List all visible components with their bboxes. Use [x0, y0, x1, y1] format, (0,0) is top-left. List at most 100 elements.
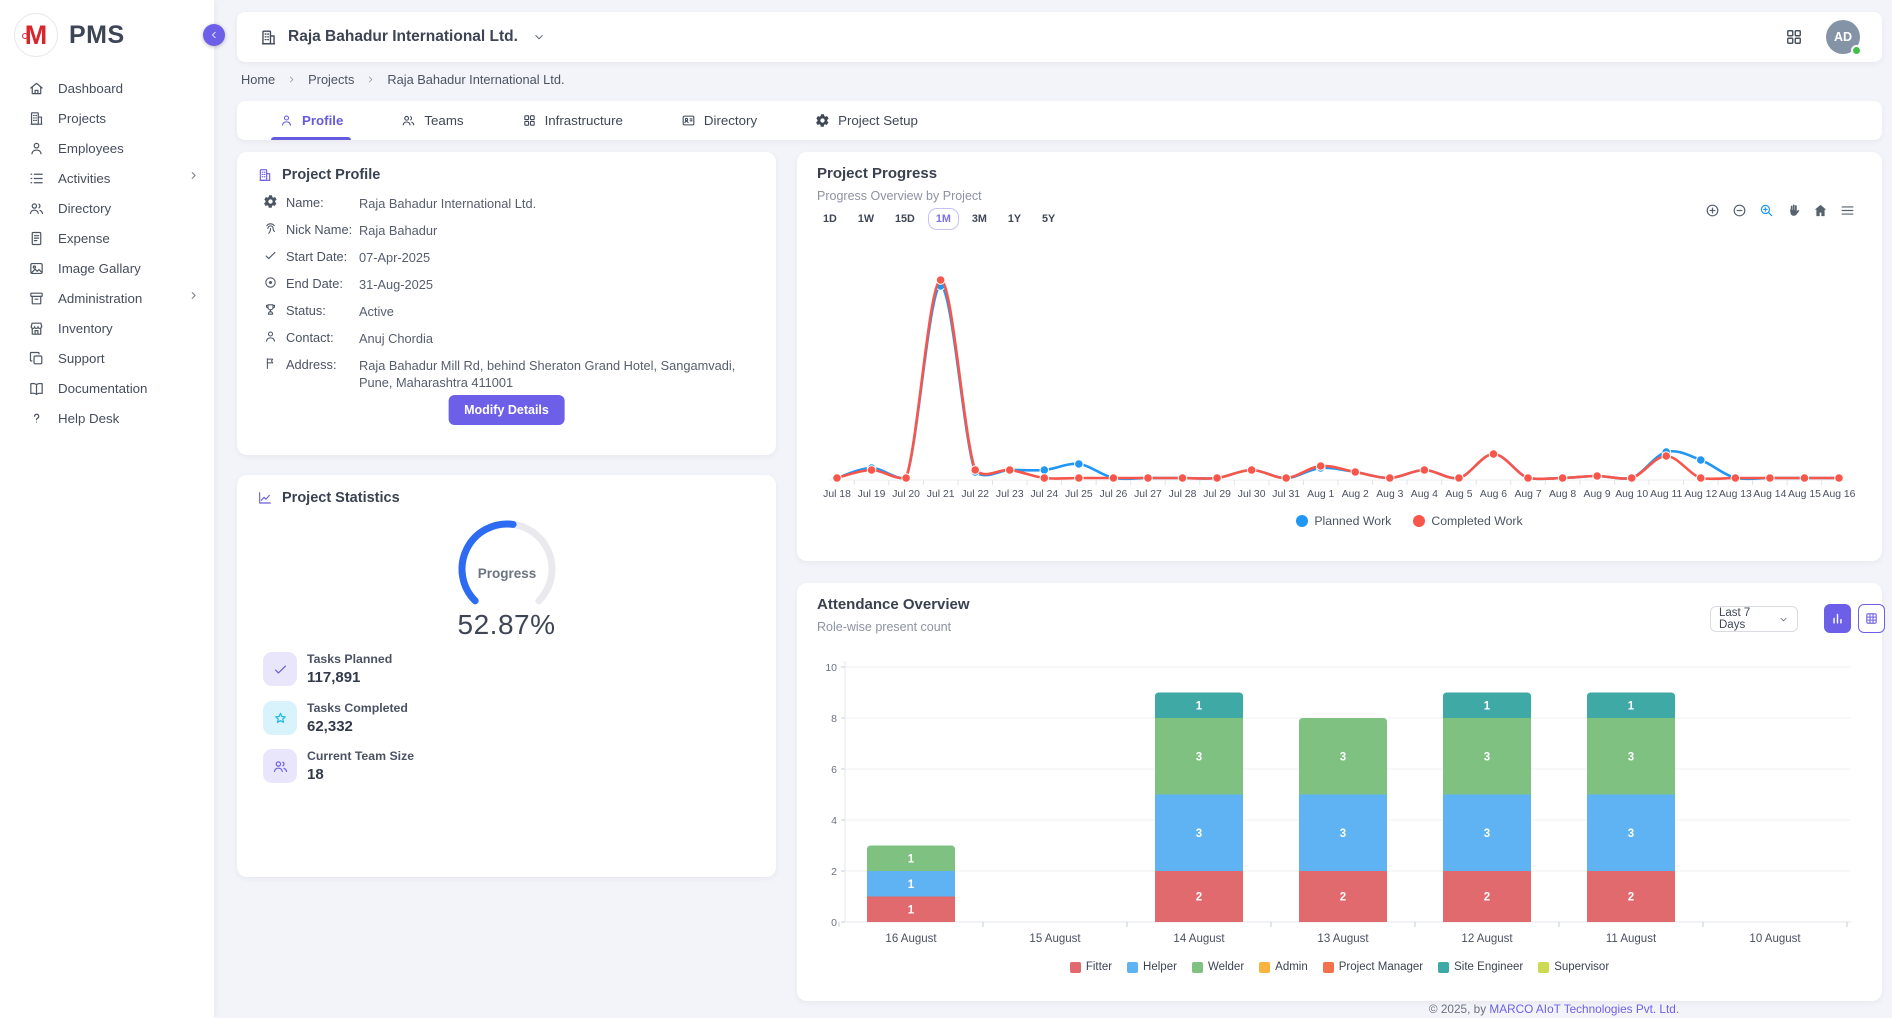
- sidebar-nav: DashboardProjectsEmployeesActivitiesDire…: [0, 73, 214, 433]
- range-1y[interactable]: 1Y: [1000, 208, 1029, 230]
- svg-text:2: 2: [1628, 892, 1634, 904]
- field-label: End Date:: [286, 276, 343, 291]
- sidebar-collapse-button[interactable]: [203, 24, 225, 46]
- svg-text:Aug 14: Aug 14: [1753, 489, 1786, 500]
- company-selector[interactable]: Raja Bahadur International Ltd.: [259, 28, 546, 47]
- range-1m[interactable]: 1M: [928, 208, 959, 230]
- stat-label: Tasks Planned: [307, 652, 392, 666]
- field-value: Raja Bahadur Mill Rd, behind Sheraton Gr…: [359, 357, 757, 392]
- legend-item[interactable]: Admin: [1259, 961, 1308, 973]
- building-icon: [257, 167, 273, 183]
- list-icon: [28, 170, 45, 187]
- zoom-in-icon[interactable]: [1704, 202, 1721, 219]
- svg-text:Aug 12: Aug 12: [1684, 489, 1717, 500]
- sidebar-item-documentation[interactable]: Documentation: [0, 373, 214, 403]
- stat-text: Current Team Size18: [307, 749, 414, 783]
- project-progress-card: Project Progress Progress Overview by Pr…: [797, 152, 1882, 561]
- stat-item: Current Team Size18: [263, 749, 414, 783]
- range-selector: 1D1W15D1M3M1Y5Y: [815, 208, 1063, 230]
- legend-item[interactable]: Planned Work: [1296, 514, 1391, 528]
- modify-details-button[interactable]: Modify Details: [448, 395, 565, 425]
- breadcrumb-item[interactable]: Projects: [308, 72, 354, 87]
- svg-text:0: 0: [831, 917, 837, 929]
- card-title: Project Profile: [282, 167, 380, 183]
- svg-text:3: 3: [1484, 828, 1490, 840]
- svg-text:2: 2: [1340, 892, 1346, 904]
- legend-item[interactable]: Completed Work: [1413, 514, 1522, 528]
- svg-text:Jul 30: Jul 30: [1238, 489, 1266, 500]
- sidebar: M PMS DashboardProjectsEmployeesActiviti…: [0, 0, 214, 1018]
- legend-item[interactable]: Project Manager: [1323, 961, 1423, 973]
- legend-label: Project Manager: [1339, 961, 1423, 973]
- breadcrumb-item[interactable]: Home: [241, 72, 275, 87]
- table-view-button[interactable]: [1858, 604, 1885, 633]
- card-title: Attendance Overview: [817, 596, 970, 613]
- sidebar-item-label: Support: [58, 351, 105, 366]
- reset-zoom-icon[interactable]: [1812, 202, 1829, 219]
- svg-text:1: 1: [1484, 700, 1491, 712]
- sidebar-item-activities[interactable]: Activities: [0, 163, 214, 193]
- tab-teams[interactable]: Teams: [401, 101, 463, 140]
- sidebar-item-image-gallary[interactable]: Image Gallary: [0, 253, 214, 283]
- grid-icon[interactable]: [1784, 27, 1804, 47]
- legend-item[interactable]: Supervisor: [1538, 961, 1609, 973]
- footer-text: © 2025, by: [1429, 1002, 1486, 1016]
- breadcrumb-item[interactable]: Raja Bahadur International Ltd.: [387, 72, 564, 87]
- tab-profile[interactable]: Profile: [279, 101, 343, 140]
- range-1w[interactable]: 1W: [850, 208, 882, 230]
- tab-project-setup[interactable]: Project Setup: [815, 101, 918, 140]
- tab-bar: Profile Teams Infrastructure Directory Proje…: [237, 101, 1882, 140]
- help-icon: [28, 410, 45, 427]
- archive-icon: [28, 290, 45, 307]
- sidebar-item-inventory[interactable]: Inventory: [0, 313, 214, 343]
- image-icon: [28, 260, 45, 277]
- bar-chart-view-button[interactable]: [1824, 604, 1851, 633]
- tab-label: Profile: [302, 113, 343, 128]
- sidebar-item-expense[interactable]: Expense: [0, 223, 214, 253]
- range-3m[interactable]: 3M: [964, 208, 995, 230]
- svg-text:Jul 20: Jul 20: [892, 489, 920, 500]
- field-label: Status:: [286, 303, 326, 318]
- avatar[interactable]: AD: [1826, 20, 1860, 54]
- range-15d[interactable]: 15D: [887, 208, 923, 230]
- legend-item[interactable]: Site Engineer: [1438, 961, 1523, 973]
- sidebar-item-projects[interactable]: Projects: [0, 103, 214, 133]
- range-1d[interactable]: 1D: [815, 208, 845, 230]
- sidebar-item-help-desk[interactable]: Help Desk: [0, 403, 214, 433]
- sidebar-item-support[interactable]: Support: [0, 343, 214, 373]
- date-range-select[interactable]: Last 7 Days: [1710, 606, 1798, 632]
- legend-item[interactable]: Helper: [1127, 961, 1177, 973]
- sidebar-item-directory[interactable]: Directory: [0, 193, 214, 223]
- gear-icon: [815, 113, 830, 128]
- svg-text:Jul 31: Jul 31: [1272, 489, 1300, 500]
- online-status-dot: [1851, 45, 1862, 56]
- svg-text:4: 4: [831, 815, 837, 827]
- store-icon: [28, 320, 45, 337]
- sidebar-item-dashboard[interactable]: Dashboard: [0, 73, 214, 103]
- footer-company-link[interactable]: MARCO AIoT Technologies Pvt. Ltd.: [1489, 1002, 1679, 1016]
- copy-icon: [28, 350, 45, 367]
- svg-text:1: 1: [1628, 700, 1635, 712]
- bar-chart-legend: Fitter Helper Welder Admin Project Manager Si…: [797, 961, 1882, 973]
- brand-name: PMS: [69, 21, 125, 50]
- sidebar-item-employees[interactable]: Employees: [0, 133, 214, 163]
- footer: © 2025, by MARCO AIoT Technologies Pvt. …: [1234, 1002, 1874, 1016]
- legend-item[interactable]: Fitter: [1070, 961, 1112, 973]
- svg-text:Jul 29: Jul 29: [1203, 489, 1231, 500]
- progress-gauge: Progress: [422, 509, 592, 613]
- range-5y[interactable]: 5Y: [1034, 208, 1063, 230]
- tab-label: Teams: [424, 113, 463, 128]
- svg-text:Aug 7: Aug 7: [1514, 489, 1541, 500]
- tab-directory[interactable]: Directory: [681, 101, 757, 140]
- selection-zoom-icon[interactable]: [1758, 202, 1775, 219]
- sidebar-item-administration[interactable]: Administration: [0, 283, 214, 313]
- legend-item[interactable]: Welder: [1192, 961, 1244, 973]
- menu-icon[interactable]: [1839, 202, 1856, 219]
- select-value: Last 7 Days: [1719, 607, 1778, 631]
- pan-icon[interactable]: [1785, 202, 1802, 219]
- tab-infrastructure[interactable]: Infrastructure: [522, 101, 623, 140]
- stat-text: Tasks Completed62,332: [307, 701, 408, 735]
- card-title: Project Progress: [817, 165, 937, 182]
- zoom-out-icon[interactable]: [1731, 202, 1748, 219]
- book-icon: [28, 380, 45, 397]
